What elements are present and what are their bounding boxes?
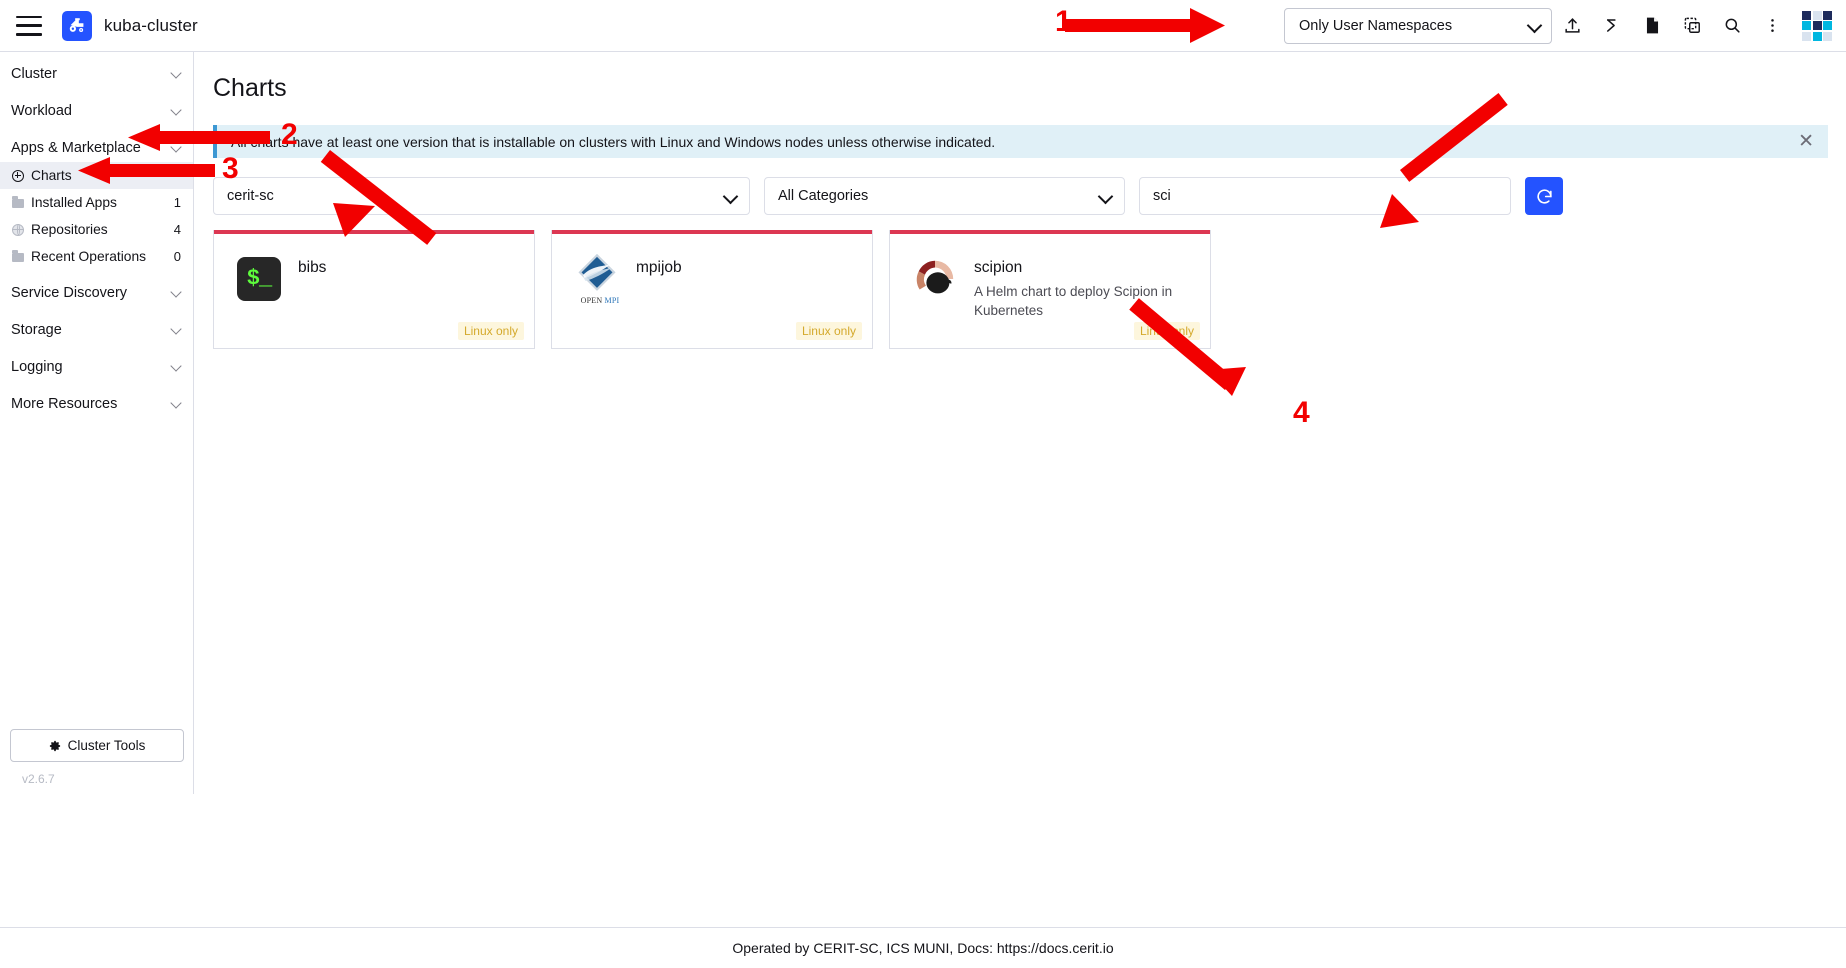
mpi-logo-open-text: OPEN [581, 296, 603, 305]
repository-select-value: cerit-sc [227, 188, 724, 204]
cluster-tools-label: Cluster Tools [68, 738, 146, 753]
top-header: kuba-cluster Only User Namespaces [0, 0, 1846, 52]
mpi-logo-mpi-text: MPI [605, 296, 620, 305]
gear-icon [49, 740, 61, 752]
sidebar-group-logging[interactable]: Logging [0, 353, 193, 381]
sidebar-group-more-resources[interactable]: More Resources [0, 390, 193, 418]
import-yaml-icon[interactable] [1552, 0, 1592, 52]
header-actions: Only User Namespaces [1284, 0, 1846, 51]
chart-card-grid: $_ bibs Linux only [213, 230, 1828, 349]
chevron-down-icon [171, 106, 182, 117]
sidebar-group-cluster[interactable]: Cluster [0, 60, 193, 88]
folder-icon [12, 253, 24, 262]
chart-filters: cerit-sc All Categories [213, 177, 1828, 215]
category-select-value: All Categories [778, 188, 1099, 204]
sidebar-item-count: 1 [174, 195, 181, 210]
sidebar-group-label: Cluster [11, 66, 171, 82]
kebab-menu-icon[interactable] [1752, 0, 1792, 52]
refresh-button[interactable] [1525, 177, 1563, 215]
rancher-version: v2.6.7 [10, 762, 184, 786]
chart-card-title: scipion [974, 258, 1196, 277]
sidebar: Cluster Workload Apps & Marketplace Char… [0, 52, 194, 794]
chevron-down-icon [171, 288, 182, 299]
sidebar-group-label: Storage [11, 322, 171, 338]
sidebar-item-charts[interactable]: Charts [0, 162, 193, 189]
footer-text: Operated by CERIT-SC, ICS MUNI, Docs: ht… [732, 940, 1113, 956]
os-badge: Linux only [1134, 322, 1200, 340]
info-banner: All charts have at least one version tha… [213, 125, 1828, 158]
sidebar-item-count: 4 [174, 222, 181, 237]
sidebar-item-label: Installed Apps [31, 195, 174, 210]
info-banner-text: All charts have at least one version tha… [231, 134, 1796, 150]
page-title: Charts [195, 52, 1846, 103]
search-icon[interactable] [1712, 0, 1752, 52]
sidebar-group-apps-marketplace[interactable]: Apps & Marketplace [0, 134, 193, 162]
globe-icon [12, 224, 24, 236]
folder-icon [12, 199, 24, 208]
repository-select[interactable]: cerit-sc [213, 177, 750, 215]
sidebar-footer: Cluster Tools v2.6.7 [0, 729, 194, 794]
sidebar-group-label: Apps & Marketplace [11, 140, 171, 156]
sidebar-item-installed-apps[interactable]: Installed Apps 1 [0, 189, 193, 216]
docs-icon[interactable] [1632, 0, 1672, 52]
chart-card-description: A Helm chart to deploy Scipion in Kubern… [974, 283, 1196, 319]
chevron-down-icon [1528, 19, 1541, 32]
kubectl-shell-icon[interactable] [1592, 0, 1632, 52]
chart-card-bibs[interactable]: $_ bibs Linux only [213, 230, 535, 349]
sidebar-group-label: Service Discovery [11, 285, 171, 301]
cluster-copy-icon[interactable] [1672, 0, 1712, 52]
chevron-down-icon [724, 190, 737, 203]
rancher-logo-icon[interactable] [62, 11, 92, 41]
sidebar-group-storage[interactable]: Storage [0, 316, 193, 344]
chart-card-title: mpijob [636, 258, 682, 277]
cluster-name: kuba-cluster [104, 16, 198, 36]
hamburger-menu-icon[interactable] [16, 16, 42, 36]
plus-circle-icon [12, 170, 24, 182]
open-mpi-logo-icon: OPEN MPI [574, 256, 620, 302]
close-icon[interactable]: ✕ [1796, 132, 1816, 151]
user-avatar-grid-icon[interactable] [1802, 11, 1832, 41]
chevron-down-icon [171, 399, 182, 410]
chart-card-title: bibs [298, 258, 326, 277]
sidebar-item-recent-operations[interactable]: Recent Operations 0 [0, 243, 193, 270]
chevron-down-icon [171, 143, 182, 154]
chart-card-mpijob[interactable]: OPEN MPI mpijob Linux only [551, 230, 873, 349]
sidebar-group-label: Logging [11, 359, 171, 375]
sidebar-item-label: Recent Operations [31, 249, 174, 264]
sidebar-item-repositories[interactable]: Repositories 4 [0, 216, 193, 243]
sidebar-group-service-discovery[interactable]: Service Discovery [0, 279, 193, 307]
terminal-prompt-icon: $_ [236, 256, 282, 302]
namespace-filter-select[interactable]: Only User Namespaces [1284, 8, 1552, 44]
page-footer: Operated by CERIT-SC, ICS MUNI, Docs: ht… [0, 927, 1846, 968]
search-input[interactable] [1153, 188, 1497, 204]
namespace-filter-value: Only User Namespaces [1299, 18, 1528, 34]
cluster-tools-button[interactable]: Cluster Tools [10, 729, 184, 762]
category-select[interactable]: All Categories [764, 177, 1125, 215]
main-content: Charts All charts have at least one vers… [195, 52, 1846, 794]
chevron-down-icon [171, 69, 182, 80]
scipion-logo-icon [912, 256, 958, 302]
sidebar-group-label: Workload [11, 103, 171, 119]
chevron-down-icon [171, 362, 182, 373]
chevron-down-icon [171, 325, 182, 336]
chevron-down-icon [1099, 190, 1112, 203]
sidebar-item-label: Repositories [31, 222, 174, 237]
os-badge: Linux only [796, 322, 862, 340]
chart-card-scipion[interactable]: scipion A Helm chart to deploy Scipion i… [889, 230, 1211, 349]
search-filter-box[interactable] [1139, 177, 1511, 215]
sidebar-item-label: Charts [31, 168, 181, 183]
sidebar-item-count: 0 [174, 249, 181, 264]
sidebar-group-label: More Resources [11, 396, 171, 412]
os-badge: Linux only [458, 322, 524, 340]
refresh-icon [1535, 187, 1554, 206]
sidebar-group-workload[interactable]: Workload [0, 97, 193, 125]
